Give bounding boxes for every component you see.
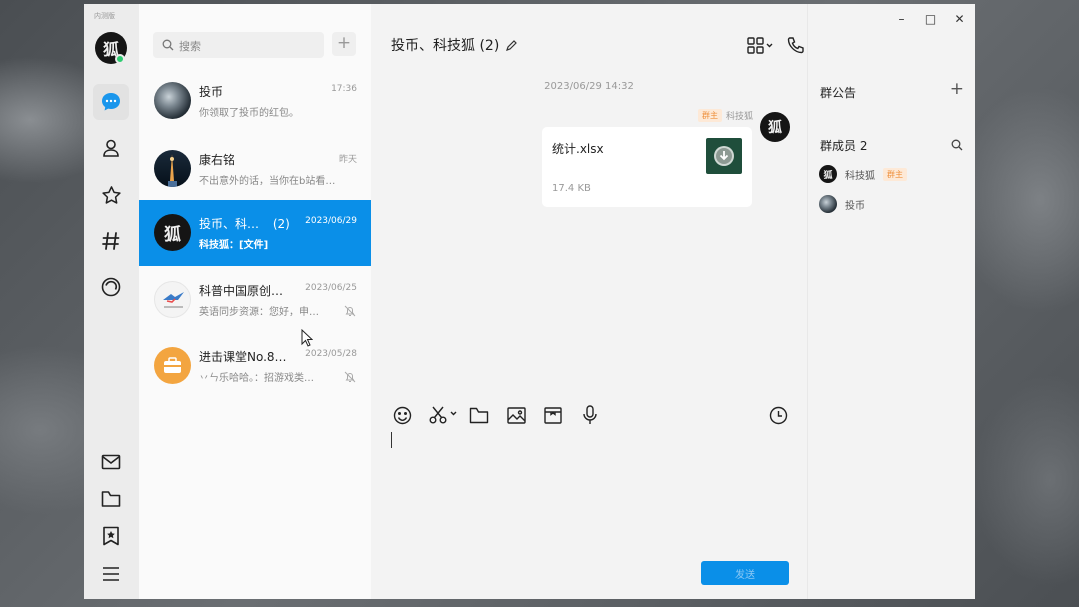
conversation-title: 投币、科技狐 (2) — [391, 35, 518, 55]
favorites-icon[interactable] — [93, 177, 129, 213]
image-icon[interactable] — [505, 404, 527, 426]
member-avatar — [819, 195, 837, 213]
mute-bell-icon — [344, 305, 356, 317]
member-item[interactable]: 投币 — [819, 195, 865, 213]
chat-time: 昨天 — [338, 155, 357, 165]
cursor-icon — [301, 329, 313, 347]
chat-preview: 科技狐：[文件] — [199, 240, 269, 251]
chat-name: 投币、科… (2) — [199, 217, 290, 231]
owner-badge: 群主 — [697, 109, 722, 122]
sender-name: 科技狐 — [725, 112, 753, 122]
moments-icon[interactable] — [93, 269, 129, 305]
chat-avatar: 狐 — [154, 214, 191, 251]
microphone-icon[interactable] — [579, 404, 601, 426]
member-name: 科技狐 — [845, 170, 875, 182]
sender-avatar[interactable]: 狐 — [760, 112, 790, 142]
download-icon[interactable] — [706, 138, 742, 174]
search-input[interactable]: 搜索 — [153, 32, 324, 58]
contacts-icon[interactable] — [93, 130, 129, 166]
chat-avatar — [154, 347, 191, 384]
members-title: 群成员 2 — [820, 139, 868, 153]
chat-preview: 英语同步资源：您好，申… — [199, 307, 319, 318]
chat-time: 2023/06/29 — [305, 216, 357, 226]
mute-bell-icon — [344, 371, 356, 383]
apps-icon[interactable] — [747, 36, 775, 54]
chat-avatar — [154, 150, 191, 187]
folder-icon[interactable] — [93, 481, 129, 517]
app-window: 内测版 狐 搜索 + 投币 17:36 你领取了投币的红包。 康右铭 昨天 不出… — [84, 4, 975, 599]
chat-avatar — [154, 82, 191, 119]
online-status-icon — [115, 54, 125, 64]
chat-preview: 你领取了投币的红包。 — [199, 108, 299, 119]
chat-time: 17:36 — [331, 84, 357, 94]
chat-list-item[interactable]: 科普中国原创… 2023/06/25 英语同步资源：您好，申… — [139, 267, 371, 333]
member-item[interactable]: 狐 科技狐 群主 — [819, 165, 907, 183]
chat-icon[interactable] — [93, 84, 129, 120]
chat-avatar — [154, 281, 191, 318]
folder-icon[interactable] — [468, 404, 490, 426]
chat-time: 2023/05/28 — [305, 349, 357, 359]
member-avatar: 狐 — [819, 165, 837, 183]
chat-name: 进击课堂No.8… — [199, 350, 287, 364]
file-size: 17.4 KB — [552, 183, 591, 194]
chat-time: 2023/06/25 — [305, 283, 357, 293]
owner-badge: 群主 — [883, 167, 907, 181]
message-input[interactable] — [391, 432, 392, 448]
file-message-card[interactable]: 统计.xlsx 17.4 KB — [542, 127, 752, 207]
window-controls: – □ ✕ — [887, 10, 974, 28]
mail-icon[interactable] — [93, 444, 129, 480]
member-name: 投币 — [845, 200, 865, 212]
phone-icon[interactable] — [787, 36, 805, 54]
chat-preview: 不出意外的话，当你在b站看… — [199, 176, 336, 187]
maximize-button[interactable]: □ — [916, 10, 945, 28]
search-icon[interactable] — [951, 139, 963, 151]
nav-rail: 内测版 狐 — [84, 4, 139, 599]
history-icon[interactable] — [767, 404, 789, 426]
scissors-icon[interactable] — [428, 404, 460, 426]
chat-name: 康右铭 — [199, 153, 236, 167]
channel-icon[interactable] — [93, 223, 129, 259]
file-name: 统计.xlsx — [552, 142, 604, 156]
announcement-title: 群公告 — [820, 86, 857, 100]
chat-name: 投币 — [199, 85, 224, 99]
add-chat-button[interactable]: + — [332, 32, 356, 56]
bookmark-icon[interactable] — [93, 518, 129, 554]
edit-icon[interactable] — [505, 39, 518, 52]
search-icon — [162, 39, 174, 51]
close-button[interactable]: ✕ — [945, 10, 974, 28]
message-timestamp: 2023/06/29 14:32 — [544, 81, 634, 92]
chat-preview: 丷ㄣ乐哈哈。：招游戏类… — [199, 373, 314, 384]
beta-badge: 内测版 — [94, 12, 115, 20]
chat-list-item[interactable]: 进击课堂No.8… 2023/05/28 丷ㄣ乐哈哈。：招游戏类… — [139, 333, 371, 399]
menu-icon[interactable] — [93, 556, 129, 592]
conversation-pane: 投币、科技狐 (2) 2023/06/29 14:32 群主 科技狐 狐 统计.… — [371, 4, 955, 599]
emoji-icon[interactable] — [391, 404, 413, 426]
chat-list-item-selected[interactable]: 狐 投币、科… (2) 2023/06/29 科技狐：[文件] — [139, 200, 371, 266]
group-info-panel: 群公告 + 群成员 2 狐 科技狐 群主 投币 — [807, 4, 975, 599]
search-placeholder: 搜索 — [179, 40, 201, 53]
message-sender: 群主 科技狐 — [697, 109, 753, 122]
gift-icon[interactable] — [542, 404, 564, 426]
minimize-button[interactable]: – — [887, 10, 916, 28]
chat-list-item[interactable]: 投币 17:36 你领取了投币的红包。 — [139, 68, 371, 134]
chat-list-item[interactable]: 康右铭 昨天 不出意外的话，当你在b站看… — [139, 136, 371, 202]
chat-name: 科普中国原创… — [199, 284, 284, 298]
add-announcement-button[interactable]: + — [950, 79, 964, 99]
send-button[interactable]: 发送 — [701, 561, 789, 585]
chat-list: 搜索 + 投币 17:36 你领取了投币的红包。 康右铭 昨天 不出意外的话，当… — [139, 4, 371, 599]
